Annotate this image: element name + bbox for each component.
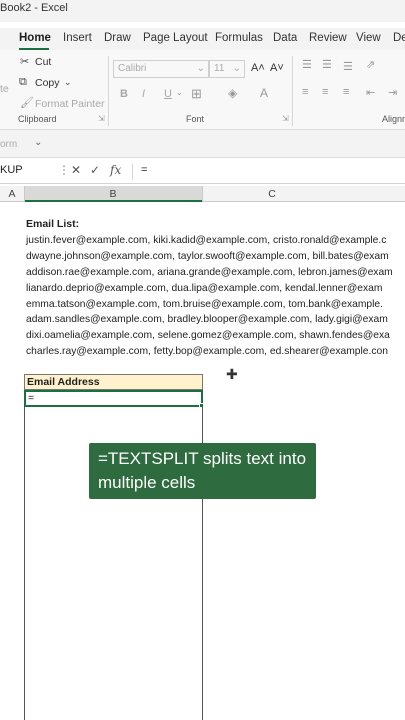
email-row[interactable]: lianardo.deprio@example.com, dua.lipa@ex…: [26, 283, 382, 294]
orientation-icon[interactable]: ⇗: [366, 58, 375, 71]
fill-color-icon[interactable]: ◈: [228, 86, 237, 100]
tab-home[interactable]: Home: [19, 32, 51, 44]
chevron-down-icon: ⌄: [232, 63, 241, 74]
quick-access-bar: orm ⌄: [0, 130, 405, 158]
copy-icon[interactable]: ⧉: [19, 76, 27, 89]
quick-bar-text: orm: [0, 139, 18, 150]
align-right-icon[interactable]: ≡: [343, 86, 349, 98]
dialog-launcher-icon[interactable]: ⇲: [98, 114, 105, 123]
email-row[interactable]: addison.rae@example.com, ariana.grande@e…: [26, 267, 393, 278]
ribbon: te ✂ Cut ⧉ Copy ⌄ 🖌 Format Painter Clipb…: [0, 50, 405, 130]
tab-draw[interactable]: Draw: [104, 32, 131, 44]
increase-indent-icon[interactable]: ⇥: [388, 86, 397, 99]
alignment-group-label: Alignm: [382, 114, 405, 124]
enter-icon[interactable]: ✓: [90, 163, 100, 177]
copy-button[interactable]: Copy: [35, 77, 60, 89]
tab-data[interactable]: Data: [273, 32, 297, 44]
align-bottom-icon[interactable]: ☰: [343, 60, 353, 73]
font-name-value: Calibri: [118, 63, 147, 74]
more-icon[interactable]: ⋮: [58, 163, 70, 177]
font-size-select[interactable]: 11 ⌄: [209, 60, 245, 78]
chevron-down-icon[interactable]: ⌄: [64, 77, 72, 88]
column-header-c[interactable]: C: [202, 188, 342, 200]
insert-function-button[interactable]: fx: [110, 163, 121, 177]
email-address-header-cell[interactable]: Email Address: [24, 374, 203, 390]
tab-insert[interactable]: Insert: [63, 32, 92, 44]
font-color-icon[interactable]: A: [260, 86, 268, 100]
title-bar: Book2 - Excel: [0, 0, 405, 22]
tab-review[interactable]: Review: [309, 32, 347, 44]
email-row[interactable]: dwayne.johnson@example.com, taylor.swoof…: [26, 251, 389, 262]
column-header-a[interactable]: A: [0, 188, 24, 200]
email-row[interactable]: adam.sandles@example.com, bradley.bloope…: [26, 314, 388, 325]
tab-formulas[interactable]: Formulas: [215, 32, 263, 44]
clipboard-group-label: Clipboard: [18, 114, 57, 124]
align-middle-icon[interactable]: ☰: [322, 58, 332, 71]
chevron-down-icon[interactable]: ⌄: [176, 88, 183, 97]
name-box[interactable]: KUP: [0, 164, 52, 180]
align-center-icon[interactable]: ≡: [322, 86, 328, 98]
caption-overlay: =TEXTSPLIT splits text into multiple cel…: [89, 443, 316, 499]
cursor-icon: ✚: [226, 366, 238, 382]
chevron-down-icon[interactable]: ⌄: [34, 137, 42, 148]
email-row[interactable]: justin.fever@example.com, kiki.kadid@exa…: [26, 235, 386, 246]
email-row[interactable]: emma.tatson@example.com, tom.bruise@exam…: [26, 299, 383, 310]
active-cell[interactable]: =: [24, 390, 203, 407]
email-row[interactable]: dixi.oamelia@example.com, selene.gomez@e…: [26, 330, 390, 341]
tab-view[interactable]: View: [356, 32, 381, 44]
font-group-label: Font: [186, 114, 205, 124]
align-top-icon[interactable]: ☰: [302, 58, 312, 71]
decrease-indent-icon[interactable]: ⇤: [366, 86, 375, 99]
column-headers: A B C: [0, 186, 405, 202]
dialog-launcher-icon[interactable]: ⇲: [282, 114, 289, 123]
window-title: Book2 - Excel: [0, 2, 68, 14]
grow-font-button[interactable]: A˄: [251, 62, 265, 74]
format-painter-button[interactable]: Format Painter: [35, 98, 104, 110]
bold-button[interactable]: B: [120, 88, 128, 100]
format-painter-icon[interactable]: 🖌: [20, 96, 34, 109]
cancel-icon[interactable]: ✕: [71, 163, 81, 177]
scissors-icon[interactable]: ✂: [20, 55, 29, 68]
italic-button[interactable]: I: [142, 88, 145, 100]
paste-label[interactable]: te: [0, 83, 9, 95]
separator: [292, 56, 293, 126]
formula-bar: KUP ⋮ ✕ ✓ fx =: [0, 160, 405, 184]
email-list-title[interactable]: Email List:: [26, 218, 79, 230]
separator: [108, 56, 109, 126]
font-name-select[interactable]: Calibri ⌄: [113, 60, 209, 78]
ribbon-tabs: Home Insert Draw Page Layout Formulas Da…: [0, 28, 405, 50]
email-row[interactable]: charles.ray@example.com, fetty.bop@examp…: [26, 346, 388, 357]
underline-button[interactable]: U: [164, 88, 172, 100]
range-border-left: [24, 407, 25, 720]
column-header-b[interactable]: B: [24, 188, 202, 200]
cut-button[interactable]: Cut: [35, 56, 51, 68]
chevron-down-icon: ⌄: [196, 63, 205, 74]
formula-input[interactable]: =: [132, 164, 402, 180]
tab-developer[interactable]: De: [393, 32, 405, 44]
font-size-value: 11: [214, 63, 225, 74]
worksheet-grid[interactable]: Email List: justin.fever@example.com, ki…: [0, 202, 405, 720]
tab-page-layout[interactable]: Page Layout: [143, 32, 208, 44]
borders-icon[interactable]: ⊞: [191, 86, 202, 102]
align-left-icon[interactable]: ≡: [302, 86, 308, 98]
shrink-font-button[interactable]: A˅: [270, 62, 284, 74]
